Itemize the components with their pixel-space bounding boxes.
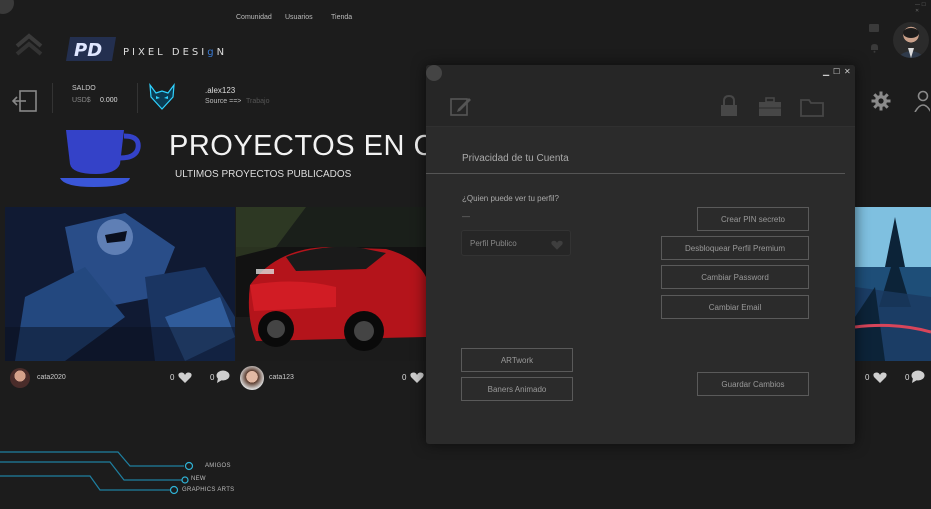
avatar[interactable]	[10, 368, 30, 388]
dialog-header	[426, 65, 855, 127]
message-icon[interactable]	[869, 24, 879, 32]
like-count: 0	[170, 373, 175, 382]
nav-usuarios[interactable]: Usuarios	[285, 14, 313, 21]
source-value: Trabajo	[246, 98, 270, 105]
dash-mark: —	[462, 212, 470, 221]
user-avatar[interactable]	[893, 22, 929, 58]
comment-count: 0	[210, 373, 215, 382]
footer-graphics[interactable]: GRAPHICS ARTS	[182, 487, 234, 493]
save-changes-button[interactable]: Guardar Cambios	[697, 372, 809, 396]
heart-icon[interactable]	[178, 371, 192, 389]
comment-icon[interactable]	[911, 370, 925, 388]
account-divider	[52, 83, 53, 113]
heart-icon[interactable]	[873, 371, 887, 389]
coffee-cup-icon	[58, 126, 142, 195]
nav-tienda[interactable]: Tienda	[331, 14, 352, 21]
banners-button[interactable]: Baners Animado	[461, 377, 573, 401]
change-email-button[interactable]: Cambiar Email	[661, 295, 809, 319]
minimize-button[interactable]: ▁	[823, 67, 829, 76]
page-subtitle: ULTIMOS PROYECTOS PUBLICADOS	[175, 169, 352, 180]
comment-icon[interactable]	[216, 370, 230, 388]
balance-value: 0.000	[100, 97, 118, 104]
account-username[interactable]: .alex123	[205, 86, 235, 95]
lock-icon[interactable]	[720, 94, 738, 122]
brand-name: PIXEL DESIgN	[123, 47, 228, 58]
footer-amigos[interactable]: AMIGOS	[205, 463, 231, 469]
project-card-image[interactable]	[855, 207, 931, 361]
project-card-image[interactable]	[236, 207, 426, 361]
brand-logo[interactable]: PD	[66, 33, 118, 65]
dialog-corner-dot	[426, 65, 442, 81]
footer-new[interactable]: NEW	[191, 476, 206, 482]
circuit-decoration	[0, 446, 200, 503]
avatar[interactable]	[240, 366, 264, 390]
briefcase-icon[interactable]	[758, 97, 782, 122]
project-card-image[interactable]	[5, 207, 235, 361]
chevron-up-icon[interactable]	[14, 32, 44, 61]
profile-visibility-select[interactable]: Perfil Publico	[461, 230, 571, 256]
bell-icon[interactable]	[870, 40, 879, 58]
change-password-button[interactable]: Cambiar Password	[661, 265, 809, 289]
maximize-button[interactable]: ☐	[833, 67, 840, 76]
card-author[interactable]: cata123	[269, 374, 294, 381]
page-title: PROYECTOS EN CE	[169, 130, 455, 162]
logout-icon[interactable]	[11, 89, 38, 118]
edit-icon[interactable]	[450, 95, 472, 122]
profile-visibility-question: ¿Quien puede ver tu perfil?	[462, 194, 559, 203]
gear-icon[interactable]	[871, 91, 891, 116]
currency-label: USD$	[72, 97, 91, 104]
nav-comunidad[interactable]: Comunidad	[236, 14, 272, 21]
comment-count: 0	[905, 373, 910, 382]
select-value: Perfil Publico	[470, 239, 517, 248]
saldo-label: SALDO	[72, 85, 96, 92]
heart-icon[interactable]	[410, 371, 424, 389]
artwork-button[interactable]: ARTwork	[461, 348, 573, 372]
heart-icon	[551, 238, 563, 256]
like-count: 0	[402, 373, 407, 382]
profile-icon[interactable]	[914, 90, 931, 117]
source-label: Source ==>	[205, 98, 242, 105]
logo-letters: PD	[74, 40, 102, 61]
corner-dot	[0, 0, 14, 14]
privacy-dialog: ▁ ☐ ✕ Privacidad de tu Cuenta ¿Quien pue…	[426, 65, 855, 444]
section-divider	[426, 173, 845, 174]
account-divider-2	[137, 83, 138, 113]
card-author[interactable]: cata2020	[37, 374, 66, 381]
wolf-icon	[146, 82, 178, 116]
window-controls-main[interactable]: — ☐ ✕	[915, 2, 931, 14]
section-title: Privacidad de tu Cuenta	[462, 153, 569, 164]
close-button[interactable]: ✕	[844, 67, 851, 76]
create-pin-button[interactable]: Crear PIN secreto	[697, 207, 809, 231]
unlock-premium-button[interactable]: Desbloquear Perfil Premium	[661, 236, 809, 260]
like-count: 0	[865, 373, 870, 382]
folder-icon[interactable]	[800, 98, 824, 122]
